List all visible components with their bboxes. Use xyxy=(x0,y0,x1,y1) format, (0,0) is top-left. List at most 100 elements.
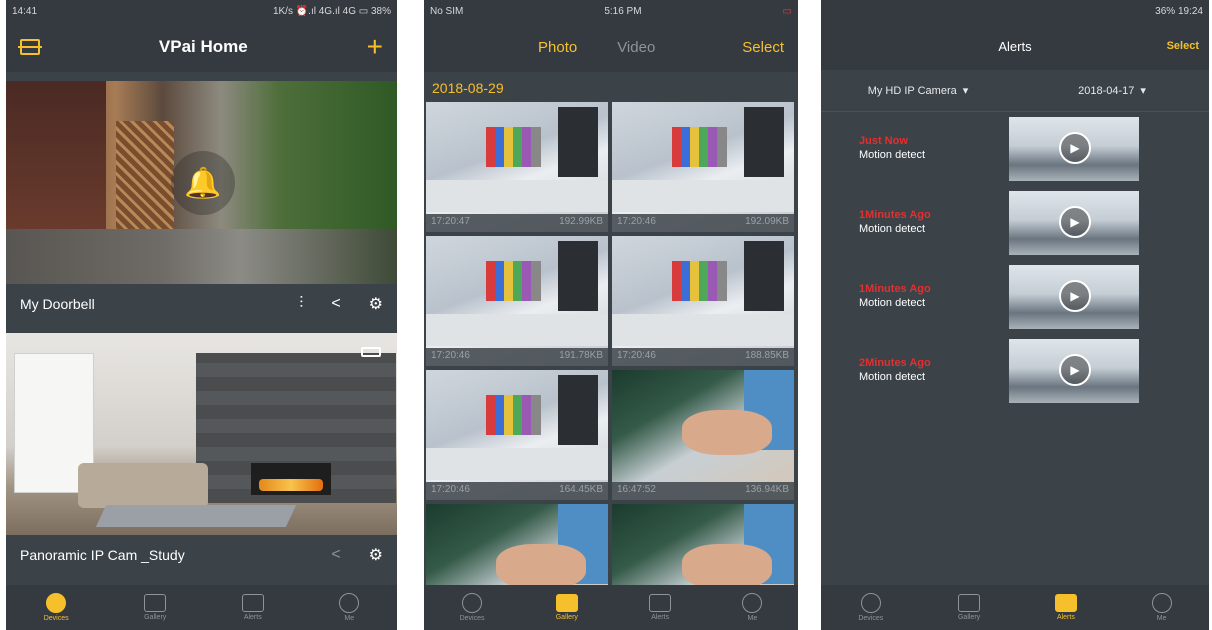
select-button[interactable]: Select xyxy=(1167,40,1199,52)
preview-ground xyxy=(6,229,397,284)
color-chart xyxy=(486,261,541,301)
date-header: 2018-08-29 xyxy=(424,72,798,102)
photo-item[interactable]: 17:20:46 188.85KB xyxy=(612,236,794,366)
play-icon[interactable]: ▶ xyxy=(1059,280,1091,312)
photo-time: 17:20:46 xyxy=(617,350,656,361)
photo-item[interactable]: 17:20:47 192.99KB xyxy=(426,102,608,232)
tab-alerts[interactable]: Alerts xyxy=(241,594,264,621)
preview-rug xyxy=(95,505,297,527)
tab-label: Alerts xyxy=(243,614,262,621)
tab-devices[interactable]: Devices xyxy=(460,593,485,622)
color-chart xyxy=(672,261,727,301)
alert-thumbnail[interactable]: ▶ xyxy=(1009,339,1139,403)
play-icon[interactable]: ▶ xyxy=(1059,132,1091,164)
tab-gallery[interactable]: Gallery xyxy=(556,594,578,621)
tab-alerts[interactable]: Alerts xyxy=(1054,594,1077,621)
monitor xyxy=(744,107,784,177)
alert-thumbnail[interactable]: ▶ xyxy=(1009,117,1139,181)
settings-sliders-icon[interactable]: ⫶ xyxy=(299,295,303,313)
preview-sofa xyxy=(78,463,208,508)
scan-icon[interactable] xyxy=(18,39,42,55)
photo-grid: 17:20:47 192.99KB 17:20:46 192.09KB 17:20:… xyxy=(424,102,798,630)
alert-type: Motion detect xyxy=(859,297,926,309)
monitor xyxy=(558,241,598,311)
photo-item[interactable]: 17:20:46 191.78KB xyxy=(426,236,608,366)
photo-time: 17:20:47 xyxy=(431,216,470,227)
tab-me[interactable]: Me xyxy=(339,593,360,622)
alert-time: Just Now xyxy=(859,135,908,147)
camera-filter-label: My HD IP Camera xyxy=(867,84,957,97)
play-icon[interactable]: ▶ xyxy=(1059,354,1091,386)
share-icon[interactable]: < xyxy=(331,295,340,313)
bell-icon[interactable]: 🔔 xyxy=(171,151,235,215)
select-button[interactable]: Select xyxy=(742,39,784,56)
phone-devices-screen: 14:41 1K/s ⏰.ıl 4G.ıl 4G ▭ 38% VPai Home… xyxy=(6,0,397,630)
phone-alerts-screen: 36% 19:24 Alerts Select My HD IP Camera ▾… xyxy=(821,0,1209,630)
filter-bar: My HD IP Camera ▾ 2018-04-17 ▾ xyxy=(821,70,1209,112)
tab-bar: Devices Gallery Alerts Me xyxy=(424,585,798,630)
color-chart xyxy=(486,127,541,167)
tab-me[interactable]: Me xyxy=(742,593,763,622)
tab-devices[interactable]: Devices xyxy=(44,593,69,622)
hand xyxy=(682,544,772,589)
camera-bar-panoramic: Panoramic IP Cam _Study < ⚙ xyxy=(6,535,397,575)
alert-thumbnail[interactable]: ▶ xyxy=(1009,265,1139,329)
preview-fireplace xyxy=(251,463,331,495)
color-chart xyxy=(486,395,541,435)
tab-devices[interactable]: Devices xyxy=(858,593,883,622)
status-indicators: 36% 19:24 xyxy=(1155,5,1203,17)
camera-name: Panoramic IP Cam _Study xyxy=(20,547,185,563)
hand xyxy=(682,410,772,455)
tab-label: Gallery xyxy=(555,614,578,621)
devices-icon xyxy=(860,593,881,613)
preview-wall xyxy=(6,81,106,231)
panoramic-cam-preview[interactable] xyxy=(6,333,397,538)
tab-gallery[interactable]: Gallery xyxy=(144,594,166,621)
tab-bar: Devices Gallery Alerts Me xyxy=(821,585,1209,630)
tab-label: Alerts xyxy=(651,614,670,621)
me-icon xyxy=(1151,593,1172,613)
me-icon xyxy=(742,593,763,613)
date-filter-label: 2018-04-17 xyxy=(1078,84,1135,97)
monitor xyxy=(744,241,784,311)
color-chart xyxy=(672,127,727,167)
alert-item[interactable]: 1Minutes Ago Motion detect ▶ xyxy=(821,262,1209,332)
alert-item[interactable]: 1Minutes Ago Motion detect ▶ xyxy=(821,188,1209,258)
page-title: VPai Home xyxy=(158,37,248,56)
camera-filter[interactable]: My HD IP Camera ▾ xyxy=(821,70,1015,111)
monitor xyxy=(558,375,598,445)
alert-time: 1Minutes Ago xyxy=(859,283,931,295)
photo-size: 192.09KB xyxy=(745,216,789,227)
tab-alerts[interactable]: Alerts xyxy=(649,594,672,621)
tab-video[interactable]: Video xyxy=(617,39,655,56)
photo-item[interactable]: 16:47:52 136.94KB xyxy=(612,370,794,500)
date-filter[interactable]: 2018-04-17 ▾ xyxy=(1015,70,1209,111)
alert-item[interactable]: 2Minutes Ago Motion detect ▶ xyxy=(821,336,1209,406)
play-icon[interactable]: ▶ xyxy=(1059,206,1091,238)
alert-thumbnail[interactable]: ▶ xyxy=(1009,191,1139,255)
tab-label: Me xyxy=(344,615,355,622)
tab-label: Me xyxy=(1156,615,1167,622)
photo-size: 164.45KB xyxy=(559,484,603,495)
tab-photo[interactable]: Photo xyxy=(538,39,577,56)
monitor xyxy=(558,107,598,177)
gear-icon[interactable]: ⚙ xyxy=(369,294,383,314)
tab-me[interactable]: Me xyxy=(1151,593,1172,622)
tab-label: Devices xyxy=(858,615,884,622)
devices-icon xyxy=(46,593,67,613)
desk xyxy=(612,314,794,346)
add-device-icon[interactable]: + xyxy=(367,33,383,61)
photo-item[interactable]: 17:20:46 192.09KB xyxy=(612,102,794,232)
share-icon[interactable]: < xyxy=(331,546,340,564)
gallery-icon xyxy=(958,594,981,612)
alert-time: 2Minutes Ago xyxy=(859,357,931,369)
gallery-icon xyxy=(144,594,167,612)
status-time: 14:41 xyxy=(12,5,38,17)
gear-icon[interactable]: ⚙ xyxy=(369,545,383,565)
tab-gallery[interactable]: Gallery xyxy=(958,594,980,621)
alert-item[interactable]: Just Now Motion detect ▶ xyxy=(821,114,1209,184)
doorbell-preview[interactable]: 🔔 xyxy=(6,81,397,284)
photo-item[interactable]: 17:20:46 164.45KB xyxy=(426,370,608,500)
photo-time: 17:20:46 xyxy=(431,484,470,495)
desk xyxy=(426,314,608,346)
